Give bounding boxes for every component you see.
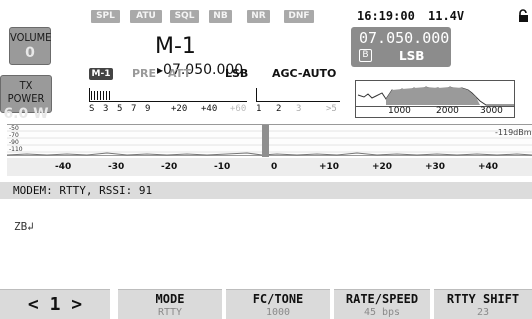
spectrum-axis: -40 -30 -20 -10 0 +10 +20 +30 +40 [7, 158, 532, 176]
modem-status-bar: MODEM: RTTY, RSSI: 91 [0, 182, 532, 199]
flag-sql[interactable]: SQL [170, 10, 199, 23]
axis-label: +30 [425, 162, 446, 172]
s-meter-bar [91, 91, 111, 100]
vfo-b-mode: LSB [399, 49, 425, 63]
tx-power-label: TX POWER [7, 79, 45, 105]
flag-atu[interactable]: ATU [130, 10, 162, 23]
s-meter-scale: S 3 5 7 9 +20 +40 +60 [89, 104, 251, 116]
axis-label: +20 [372, 162, 393, 172]
modem-status: MODEM: RTTY, RSSI: 91 [13, 184, 153, 197]
att-label[interactable]: ATT [168, 67, 191, 80]
axis-label: -10 [214, 162, 231, 172]
power-meter: 1 2 3 >5 [256, 88, 344, 118]
clock: 16:19:00 [357, 9, 415, 23]
axis-label: -40 [55, 162, 72, 172]
fc-tone-key-title: FC/TONE [252, 292, 304, 306]
scope-tick-label: 3000 [480, 106, 503, 116]
power-label: >5 [326, 104, 337, 114]
s-label: +60 [230, 104, 247, 114]
memory-chip[interactable]: M-1 [89, 68, 113, 80]
vfo-a-memory: M-1 [155, 34, 196, 59]
mode-label[interactable]: LSB [225, 67, 248, 80]
flag-nb[interactable]: NB [209, 10, 232, 23]
rtty-shift-key-value: 23 [476, 307, 490, 318]
s-label: 9 [145, 104, 151, 114]
scope-tick-label: 1000 [388, 106, 411, 116]
s-label: 3 [103, 104, 109, 114]
tx-power-button[interactable]: TX POWER 6.0 W [0, 75, 52, 122]
vfo-b-letter: B [362, 50, 369, 60]
vfo-a-display[interactable]: M-1 ▸07.050.000 [155, 34, 285, 78]
flag-dnf[interactable]: DNF [284, 10, 314, 23]
db-label: -70 [9, 132, 19, 139]
rtty-shift-key[interactable]: RTTY SHIFT 23 [434, 289, 532, 319]
scope-tick-label: 2000 [436, 106, 459, 116]
spectrum-db-scale: -50 -70 -90 -110 [9, 125, 23, 153]
power-label: 2 [276, 104, 282, 114]
db-label: -90 [9, 139, 19, 146]
modem-decoded-text: ZB↲ [14, 220, 34, 233]
s-label: S [89, 104, 95, 114]
preamp-label[interactable]: PRE [132, 67, 156, 80]
agc-label[interactable]: AGC-AUTO [272, 67, 336, 80]
flag-spl[interactable]: SPL [91, 10, 120, 23]
scope-axis: 1000 2000 3000 [356, 106, 514, 118]
vfo-b-badge: B [359, 49, 372, 62]
rtty-shift-key-title: RTTY SHIFT [446, 292, 520, 306]
s-label: +40 [201, 104, 218, 114]
power-label: 3 [296, 104, 302, 114]
vfo-b-frequency: 07.050.000 [359, 29, 450, 47]
s-label: 7 [131, 104, 137, 114]
volume-button[interactable]: VOLUME 0 [9, 27, 51, 65]
power-label: 1 [256, 104, 262, 114]
mode-key-value: RTTY [157, 307, 183, 318]
rate-speed-key[interactable]: RATE/SPEED 45 bps [334, 289, 430, 319]
db-label: -50 [9, 125, 19, 132]
volume-label: VOLUME [10, 31, 52, 44]
mode-key-title: MODE [155, 292, 185, 306]
fc-tone-key-value: 1000 [265, 307, 291, 318]
axis-label: -30 [108, 162, 125, 172]
db-label: -110 [9, 146, 23, 153]
rate-speed-key-value: 45 bps [363, 307, 401, 318]
voltage: 11.4V [428, 9, 465, 23]
spectrum-display[interactable]: -50 -70 -90 -110 -119dBm [7, 124, 532, 157]
spectrum-ref-level: -119dBm [495, 128, 532, 137]
vfo-b-panel[interactable]: 07.050.000 B LSB [351, 27, 451, 67]
volume-value: 0 [25, 45, 35, 61]
s-label: 5 [117, 104, 123, 114]
audio-scope[interactable]: 1000 2000 3000 [355, 80, 515, 118]
axis-label: +10 [319, 162, 340, 172]
page-selector[interactable]: < 1 > [0, 289, 110, 319]
fc-tone-key[interactable]: FC/TONE 1000 [226, 289, 330, 319]
axis-label: 0 [271, 162, 278, 172]
tx-power-value: 6.0 W [3, 106, 49, 122]
rate-speed-key-title: RATE/SPEED [345, 292, 419, 306]
mode-key[interactable]: MODE RTTY [118, 289, 222, 319]
power-meter-scale: 1 2 3 >5 [256, 104, 344, 116]
flag-nr[interactable]: NR [247, 10, 270, 23]
page-selector-label: < 1 > [27, 294, 83, 315]
s-label: +20 [171, 104, 188, 114]
axis-label: +40 [478, 162, 499, 172]
lock-icon [517, 8, 531, 22]
axis-label: -20 [161, 162, 178, 172]
s-meter: S 3 5 7 9 +20 +40 +60 [89, 88, 251, 118]
